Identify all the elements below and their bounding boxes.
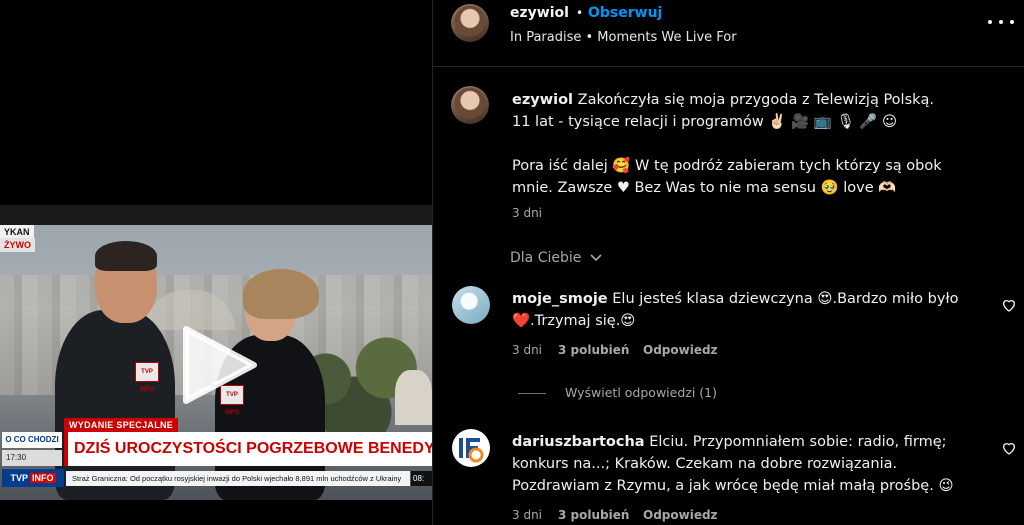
special-edition-label: WYDANIE SPECJALNE	[64, 418, 179, 432]
caption-line-1: Zakończyła się moja przygoda z Telewizją…	[577, 92, 935, 108]
post-header: ezywiol • Obserwuj In Paradise • Moments…	[433, 0, 1024, 67]
like-comment-button[interactable]	[1001, 440, 1017, 456]
tv-clock: 17:30	[2, 450, 62, 466]
more-options-icon	[988, 20, 992, 24]
channel-logo: TVP INFO	[2, 469, 64, 487]
avatar[interactable]	[451, 4, 489, 42]
more-options-button[interactable]	[987, 10, 1015, 34]
caption-time[interactable]: 3 dni	[512, 206, 542, 220]
comment-time[interactable]: 3 dni	[512, 343, 542, 357]
comment-sort-label: Dla Ciebie	[510, 250, 582, 266]
tv-top-border	[0, 205, 432, 225]
comment-time[interactable]: 3 dni	[512, 508, 542, 522]
tv-headline: DZIŚ UROCZYSTOŚCI POGRZEBOWE BENEDYKTA X…	[64, 432, 432, 466]
reporter-man-hair	[95, 241, 157, 271]
location-label: YKAN	[0, 225, 34, 239]
comment-likes-label: 3 polubień	[558, 343, 630, 357]
heart-icon	[1002, 443, 1016, 455]
chevron-down-icon	[590, 254, 602, 262]
view-replies-button[interactable]: Wyświetl odpowiedzi (1)	[565, 385, 717, 400]
reply-button[interactable]: Odpowiedz	[643, 508, 718, 522]
follow-button[interactable]: Obserwuj	[588, 5, 662, 21]
news-ticker: Straż Graniczna: Od początku rosyjskiej …	[66, 471, 410, 486]
comment-sort-dropdown[interactable]: Dla Ciebie	[510, 250, 603, 266]
replies-divider	[518, 393, 546, 394]
channel-badge: INFO	[30, 473, 56, 483]
post-panel: ezywiol • Obserwuj In Paradise • Moments…	[432, 0, 1024, 525]
post-caption: ezywiol Zakończyła się moja przygoda z T…	[512, 89, 982, 199]
comment-likes[interactable]: 3 polubień	[558, 343, 629, 357]
ticker-time: 08:	[411, 471, 432, 486]
comment-likes-label: 3 polubień	[558, 508, 630, 522]
post-media[interactable]: YKAN ŻYWO TVP INFO TVP INFO WYDANIE SPEC…	[0, 0, 432, 525]
more-options-icon	[999, 20, 1003, 24]
more-options-icon	[1010, 20, 1014, 24]
caption-username[interactable]: ezywiol	[512, 92, 573, 108]
comment-username[interactable]: dariuszbartocha	[512, 434, 645, 450]
channel-name: TVP	[10, 473, 28, 483]
reply-button[interactable]: Odpowiedz	[643, 343, 718, 357]
comment-username[interactable]: moje_smoje	[512, 291, 608, 307]
reply-label: Odpowiedz	[643, 508, 718, 522]
microphone: TVP INFO	[135, 362, 159, 393]
heart-icon	[1002, 300, 1016, 312]
audio-track-link[interactable]: In Paradise • Moments We Live For	[510, 30, 737, 45]
avatar[interactable]	[452, 286, 490, 324]
live-label: ŻYWO	[0, 238, 35, 252]
separator-dot: •	[576, 6, 584, 20]
author-username[interactable]: ezywiol	[510, 5, 569, 21]
play-icon	[183, 326, 257, 404]
caption-line-3: Pora iść dalej 🥰 W tę podróż zabieram ty…	[512, 158, 942, 196]
reply-label: Odpowiedz	[643, 343, 718, 357]
caption-line-2: 11 lat - tysiące relacji i programów ✌🏻 …	[512, 114, 898, 130]
caption-gap	[512, 133, 982, 155]
avatar[interactable]	[452, 429, 490, 467]
reporter-woman-hair	[243, 269, 319, 319]
comment-likes[interactable]: 3 polubień	[558, 508, 629, 522]
comment: moje_smoje Elu jesteś klasa dziewczyna 😍…	[512, 288, 982, 332]
brand-logo-icon	[459, 438, 484, 463]
like-comment-button[interactable]	[1001, 297, 1017, 313]
comment: dariuszbartocha Elciu. Przypomniałem sob…	[512, 431, 982, 497]
avatar[interactable]	[451, 86, 489, 124]
pope-photo	[395, 370, 432, 425]
play-button[interactable]	[178, 325, 258, 405]
program-logo: O CO CHODZI	[2, 432, 62, 448]
